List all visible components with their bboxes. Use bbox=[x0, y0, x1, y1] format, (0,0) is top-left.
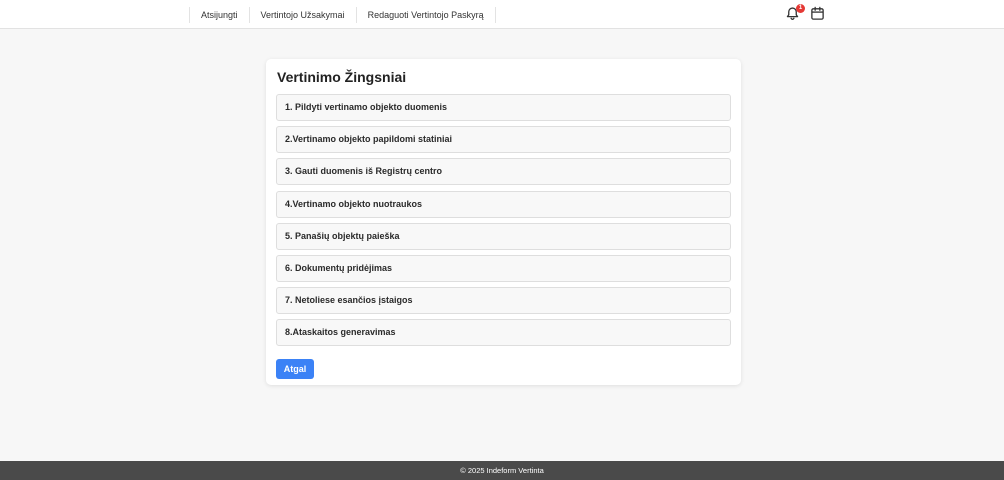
footer-copyright: © 2025 Indeform Vertinta bbox=[460, 466, 544, 475]
main-content: Vertinimo Žingsniai 1. Pildyti vertinamo… bbox=[0, 29, 1004, 461]
footer: © 2025 Indeform Vertinta bbox=[0, 461, 1004, 480]
header-icons: 1 bbox=[785, 4, 825, 21]
steps-list: 1. Pildyti vertinamo objekto duomenis 2.… bbox=[276, 94, 731, 352]
step-item-1[interactable]: 1. Pildyti vertinamo objekto duomenis bbox=[276, 94, 731, 121]
calendar-button[interactable] bbox=[810, 6, 825, 21]
step-item-2[interactable]: 2.Vertinamo objekto papildomi statiniai bbox=[276, 126, 731, 154]
notifications-button[interactable]: 1 bbox=[785, 4, 805, 21]
top-navbar: Atsijungti Vertintojo Užsakymai Redaguot… bbox=[0, 0, 1004, 29]
step-item-4[interactable]: 4.Vertinamo objekto nuotraukos bbox=[276, 190, 731, 218]
nav-item-edit-account[interactable]: Redaguoti Vertintojo Paskyrą bbox=[355, 7, 496, 23]
step-item-7[interactable]: 7. Netoliese esančios įstaigos bbox=[276, 287, 731, 315]
steps-card: Vertinimo Žingsniai 1. Pildyti vertinamo… bbox=[266, 59, 741, 385]
main-nav: Atsijungti Vertintojo Užsakymai Redaguot… bbox=[189, 7, 496, 23]
card-title: Vertinimo Žingsniai bbox=[277, 69, 407, 85]
back-button[interactable]: Atgal bbox=[276, 359, 314, 379]
notification-count-badge: 1 bbox=[796, 4, 805, 13]
nav-item-orders[interactable]: Vertintojo Užsakymai bbox=[248, 7, 356, 23]
nav-item-logout[interactable]: Atsijungti bbox=[189, 7, 249, 23]
step-item-6[interactable]: 6. Dokumentų pridėjimas bbox=[276, 254, 731, 282]
calendar-icon bbox=[811, 6, 824, 20]
step-item-3[interactable]: 3. Gauti duomenis iš Registrų centro bbox=[276, 158, 731, 186]
step-item-8[interactable]: 8.Ataskaitos generavimas bbox=[276, 319, 731, 347]
step-item-5[interactable]: 5. Panašių objektų paieška bbox=[276, 222, 731, 250]
